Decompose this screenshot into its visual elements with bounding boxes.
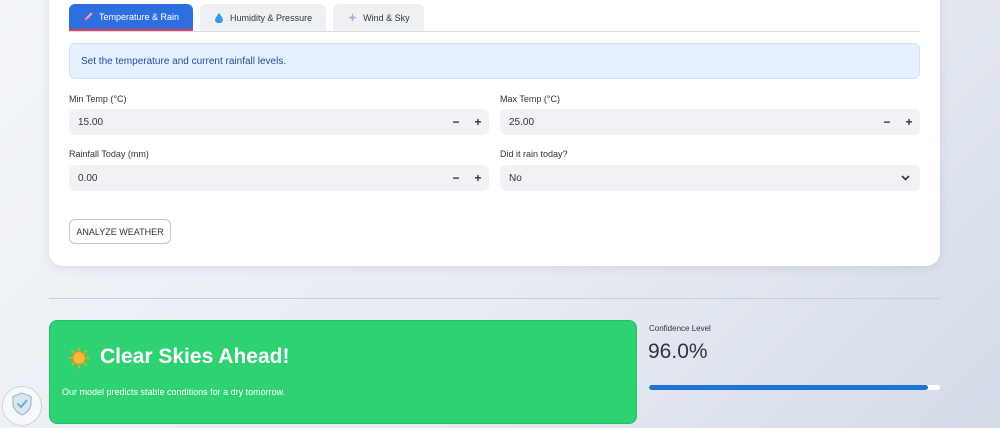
rainfall-increment-button[interactable]: + xyxy=(467,165,489,191)
max-temp-label: Max Temp (°C) xyxy=(500,94,560,104)
min-temp-input[interactable]: 15.00 − + xyxy=(69,109,489,135)
tab-bar: Temperature & Rain Humidity & Pressure W… xyxy=(69,4,920,32)
max-temp-decrement-button[interactable]: − xyxy=(876,109,898,135)
rain-today-select[interactable]: No xyxy=(500,165,920,191)
result-title: Clear Skies Ahead! xyxy=(100,345,290,368)
input-card: Temperature & Rain Humidity & Pressure W… xyxy=(49,0,940,266)
max-temp-increment-button[interactable]: + xyxy=(898,109,920,135)
rainfall-decrement-button[interactable]: − xyxy=(445,165,467,191)
chevron-down-icon xyxy=(901,173,910,184)
rain-today-value: No xyxy=(509,172,522,184)
confidence-value: 96.0% xyxy=(648,340,708,363)
rainfall-input[interactable]: 0.00 − + xyxy=(69,165,489,191)
min-temp-increment-button[interactable]: + xyxy=(467,109,489,135)
rain-today-label: Did it rain today? xyxy=(500,149,568,159)
sparkle-icon xyxy=(347,13,357,22)
tab-label: Temperature & Rain xyxy=(99,11,180,22)
confidence-label: Confidence Level xyxy=(649,324,711,333)
droplet-icon xyxy=(214,12,224,23)
max-temp-value: 25.00 xyxy=(509,116,535,128)
prediction-result-card: Clear Skies Ahead! Our model predicts st… xyxy=(49,320,637,424)
app-badge[interactable] xyxy=(2,386,42,426)
tab-temperature-rain[interactable]: Temperature & Rain xyxy=(69,4,194,31)
tab-label: Wind & Sky xyxy=(363,12,410,23)
shield-icon xyxy=(11,391,33,421)
sun-icon xyxy=(68,347,90,369)
min-temp-label: Min Temp (°C) xyxy=(69,94,127,104)
confidence-progress-bar xyxy=(649,385,940,390)
result-message: Our model predicts stable conditions for… xyxy=(62,387,286,397)
max-temp-input[interactable]: 25.00 − + xyxy=(500,109,920,135)
rainfall-label: Rainfall Today (mm) xyxy=(69,149,149,159)
info-text: Set the temperature and current rainfall… xyxy=(81,55,287,67)
min-temp-decrement-button[interactable]: − xyxy=(445,109,467,135)
analyze-weather-button[interactable]: ANALYZE WEATHER xyxy=(69,219,171,244)
rainfall-value: 0.00 xyxy=(78,172,98,184)
thermometer-icon xyxy=(83,12,93,21)
info-banner: Set the temperature and current rainfall… xyxy=(69,43,920,79)
tab-humidity-pressure[interactable]: Humidity & Pressure xyxy=(200,4,327,31)
tab-label: Humidity & Pressure xyxy=(230,12,313,23)
min-temp-value: 15.00 xyxy=(78,116,104,128)
tab-wind-sky[interactable]: Wind & Sky xyxy=(333,4,424,31)
confidence-progress-fill xyxy=(649,385,929,390)
section-divider xyxy=(49,298,940,299)
